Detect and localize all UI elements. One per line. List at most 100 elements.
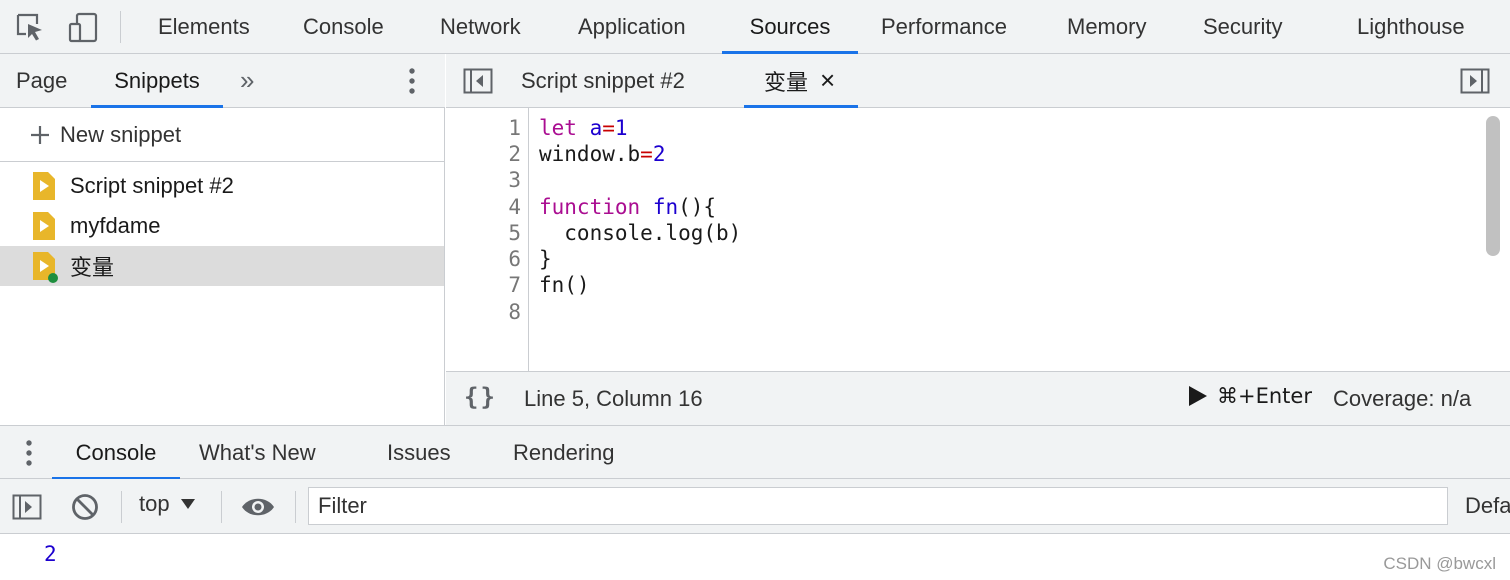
tab-application[interactable]: Application	[578, 0, 686, 53]
editor-tab-strip: Script snippet #2 变量 ×	[446, 54, 1510, 108]
clear-console-button[interactable]	[71, 493, 99, 521]
console-toolbar: top Defa	[0, 479, 1510, 534]
code-operator: =	[640, 142, 653, 166]
tab-lighthouse[interactable]: Lighthouse	[1357, 0, 1465, 53]
log-levels-dropdown[interactable]: Defa	[1465, 493, 1510, 519]
tab-sources-label: Sources	[749, 13, 831, 39]
toggle-debugger-button[interactable]	[1460, 67, 1490, 95]
tab-snippets-label: Snippets	[114, 67, 200, 93]
console-result-value: 2	[44, 542, 57, 566]
drawer-tab-console-label: Console	[75, 439, 157, 465]
more-options-button[interactable]	[402, 66, 422, 96]
context-selector[interactable]: top	[139, 491, 195, 517]
editor-tab-label: 变量	[764, 69, 809, 95]
code-line: function fn(){	[539, 195, 716, 219]
snippet-name: 变量	[70, 255, 115, 280]
live-expression-button[interactable]	[241, 493, 275, 521]
toggle-navigator-button[interactable]	[463, 67, 493, 95]
tab-snippets[interactable]: Snippets	[91, 54, 223, 108]
line-number: 1	[508, 116, 521, 140]
close-tab-icon[interactable]: ×	[820, 65, 835, 96]
snippet-name: myfdame	[70, 213, 161, 238]
editor-tab-active[interactable]: 变量 ×	[744, 54, 858, 108]
dropdown-arrow-icon	[180, 499, 195, 509]
device-mode-icon	[68, 12, 98, 43]
drawer-menu-button[interactable]	[19, 438, 39, 468]
tab-page[interactable]: Page	[16, 54, 67, 107]
editor-status-bar: {} Line 5, Column 16 ⌘+Enter Coverage: n…	[446, 371, 1510, 425]
tab-network[interactable]: Network	[440, 0, 521, 53]
code-line: fn()	[539, 273, 590, 297]
drawer-tab-console[interactable]: Console	[52, 426, 180, 480]
line-number: 5	[508, 221, 521, 245]
devtools-main-toolbar: Elements Console Network Application Sou…	[0, 0, 1510, 54]
run-snippet-button[interactable]: ⌘+Enter	[1188, 384, 1312, 408]
editor-tab-script-snippet[interactable]: Script snippet #2	[521, 54, 685, 107]
code-text: (){	[678, 195, 717, 219]
eye-icon	[242, 498, 274, 516]
toolbar-divider	[121, 491, 122, 523]
toolbar-divider	[295, 491, 296, 523]
more-tabs-button[interactable]: »	[240, 54, 254, 107]
show-console-sidebar-button[interactable]	[12, 493, 42, 521]
show-navigator-icon	[463, 68, 493, 94]
kebab-menu-icon	[409, 68, 415, 94]
code-number: 1	[614, 116, 628, 140]
code-text: window.b	[539, 142, 641, 166]
drawer-tab-strip: Console What's New Issues Rendering	[0, 425, 1510, 480]
snippet-item[interactable]: myfdame	[0, 206, 444, 246]
line-number: 8	[508, 300, 521, 324]
code-line: window.b=2	[539, 142, 665, 166]
kebab-menu-icon	[26, 440, 32, 466]
line-number-gutter: 1 2 3 4 5 6 7 8	[446, 108, 529, 371]
context-selector-value: top	[139, 491, 170, 516]
snippet-name: Script snippet #2	[70, 173, 234, 198]
line-number: 3	[508, 168, 521, 192]
tab-sources[interactable]: Sources	[722, 0, 858, 54]
tab-console[interactable]: Console	[303, 0, 384, 53]
toolbar-divider	[221, 491, 222, 523]
tab-performance[interactable]: Performance	[881, 0, 1007, 53]
code-number: 2	[652, 142, 666, 166]
pretty-print-button[interactable]: {}	[464, 383, 497, 411]
line-number: 4	[508, 195, 521, 219]
navigator-tabs: Page Snippets »	[0, 54, 445, 108]
drawer-tab-whats-new[interactable]: What's New	[199, 426, 316, 479]
code-keyword: let	[539, 116, 577, 140]
tab-memory[interactable]: Memory	[1067, 0, 1146, 53]
snippet-item[interactable]: Script snippet #2	[0, 166, 444, 206]
console-output[interactable]: 2 CSDN @bwcxl	[0, 534, 1510, 580]
show-debugger-icon	[1460, 68, 1490, 94]
code-variable: a	[589, 116, 603, 140]
code-line: let a=1	[539, 116, 628, 140]
block-icon	[72, 494, 98, 520]
snippet-file-icon	[33, 212, 55, 240]
navigator-pane: Page Snippets » New snippet Script snipp…	[0, 54, 445, 425]
sidebar-toggle-icon	[12, 494, 42, 520]
run-shortcut-label: ⌘+Enter	[1217, 384, 1312, 408]
editor-scrollbar[interactable]	[1486, 116, 1500, 256]
line-number: 2	[508, 142, 521, 166]
watermark-text: CSDN @bwcxl	[1383, 554, 1496, 573]
code-operator: =	[602, 116, 615, 140]
drawer-tab-issues[interactable]: Issues	[387, 426, 451, 479]
snippet-item-selected[interactable]: 变量	[0, 246, 444, 286]
cursor-position: Line 5, Column 16	[524, 386, 703, 411]
new-snippet-label: New snippet	[60, 121, 182, 147]
tab-security[interactable]: Security	[1203, 0, 1282, 53]
coverage-status: Coverage: n/a	[1333, 386, 1472, 411]
device-toolbar-button[interactable]	[66, 10, 100, 44]
code-line: console.log(b)	[539, 221, 742, 245]
code-keyword: function	[539, 195, 641, 219]
code-line: }	[539, 247, 552, 271]
toolbar-divider	[120, 11, 121, 43]
console-filter-input[interactable]	[308, 487, 1448, 525]
play-icon	[1189, 386, 1207, 406]
line-number: 7	[508, 273, 521, 297]
drawer-tab-rendering[interactable]: Rendering	[513, 426, 615, 479]
tab-elements[interactable]: Elements	[158, 0, 250, 53]
plus-icon	[31, 125, 49, 144]
code-editor[interactable]: 1 2 3 4 5 6 7 8 let a=1 window.b=2 funct…	[446, 108, 1510, 371]
inspect-element-button[interactable]	[14, 11, 46, 43]
new-snippet-button[interactable]: New snippet	[0, 108, 444, 162]
